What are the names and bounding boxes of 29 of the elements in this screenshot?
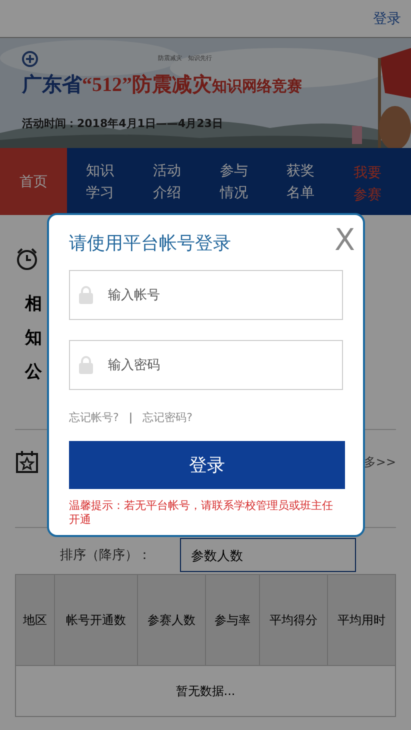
separator-text: | — [128, 411, 133, 424]
nav-tab[interactable]: 知识学习 — [66, 148, 134, 215]
date-text: 活动时间：2018年4月1日——4月23日 — [22, 116, 224, 131]
login-link[interactable]: 登录 — [373, 10, 401, 28]
nav-tab[interactable]: 首页 — [0, 148, 67, 215]
input-field[interactable]: 输入密码 — [69, 340, 343, 390]
column-header: 参赛人数 — [137, 574, 206, 666]
nav-tab[interactable]: 获奖名单 — [267, 148, 334, 215]
column-header: 平均用时 — [327, 574, 396, 666]
empty-message: 暂无数据... — [16, 666, 396, 716]
column-header: 参与率 — [205, 574, 260, 666]
nav-tab[interactable]: 活动介绍 — [134, 148, 200, 215]
column-header: 帐号开通数 — [54, 574, 138, 666]
login-button[interactable]: 登录 — [69, 441, 345, 489]
input-field[interactable]: 输入帐号 — [69, 270, 343, 320]
forgot-link[interactable]: 忘记密码? — [142, 410, 192, 425]
nav-tab[interactable]: 参与情况 — [200, 148, 268, 215]
sort-label: 排序（降序）： — [60, 547, 152, 564]
forgot-link[interactable]: 忘记帐号? — [69, 410, 119, 425]
more-link[interactable]: 多>> — [364, 454, 396, 470]
column-header: 平均得分 — [259, 574, 328, 666]
banner-title: 广东省“512”防震减灾知识网络竞赛 — [22, 72, 303, 98]
sort-dropdown[interactable]: 参数人数 — [180, 538, 356, 572]
column-header: 地区 — [16, 574, 55, 666]
dialog-title: 请使用平台帐号登录 — [69, 232, 231, 255]
logo-icon — [22, 50, 38, 67]
hint-text: 温馨提示：若无平台帐号，请联系学校管理员或班主任开通 — [69, 499, 334, 527]
close-button[interactable]: X — [334, 223, 355, 258]
alarm-clock-icon — [15, 247, 39, 271]
